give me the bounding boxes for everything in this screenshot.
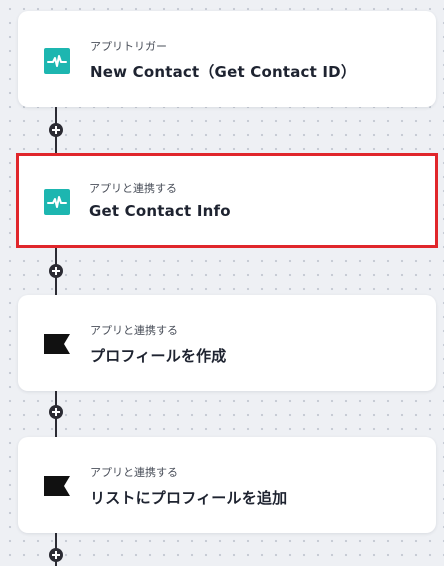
add-step-button[interactable] bbox=[49, 123, 63, 137]
step-title: New Contact（Get Contact ID） bbox=[90, 63, 357, 81]
waveform-app-icon bbox=[44, 189, 70, 215]
flag-icon bbox=[44, 334, 70, 354]
add-step-button[interactable] bbox=[49, 264, 63, 278]
step-type-label: アプリトリガー bbox=[90, 40, 167, 53]
step-type-label: アプリと連携する bbox=[89, 182, 177, 195]
step-title: プロフィールを作成 bbox=[90, 347, 227, 365]
flow-step-card[interactable]: アプリトリガー New Contact（Get Contact ID） bbox=[18, 11, 436, 107]
step-type-label: アプリと連携する bbox=[90, 324, 178, 337]
add-step-button[interactable] bbox=[49, 548, 63, 562]
flow-step-card-selected[interactable]: アプリと連携する Get Contact Info bbox=[16, 153, 438, 248]
flow-step-card[interactable]: アプリと連携する リストにプロフィールを追加 bbox=[18, 437, 436, 533]
step-title: Get Contact Info bbox=[89, 202, 231, 220]
flag-icon bbox=[44, 476, 70, 496]
step-type-label: アプリと連携する bbox=[90, 466, 178, 479]
add-step-button[interactable] bbox=[49, 405, 63, 419]
flow-step-card[interactable]: アプリと連携する プロフィールを作成 bbox=[18, 295, 436, 391]
waveform-app-icon bbox=[44, 48, 70, 74]
step-title: リストにプロフィールを追加 bbox=[90, 489, 288, 507]
